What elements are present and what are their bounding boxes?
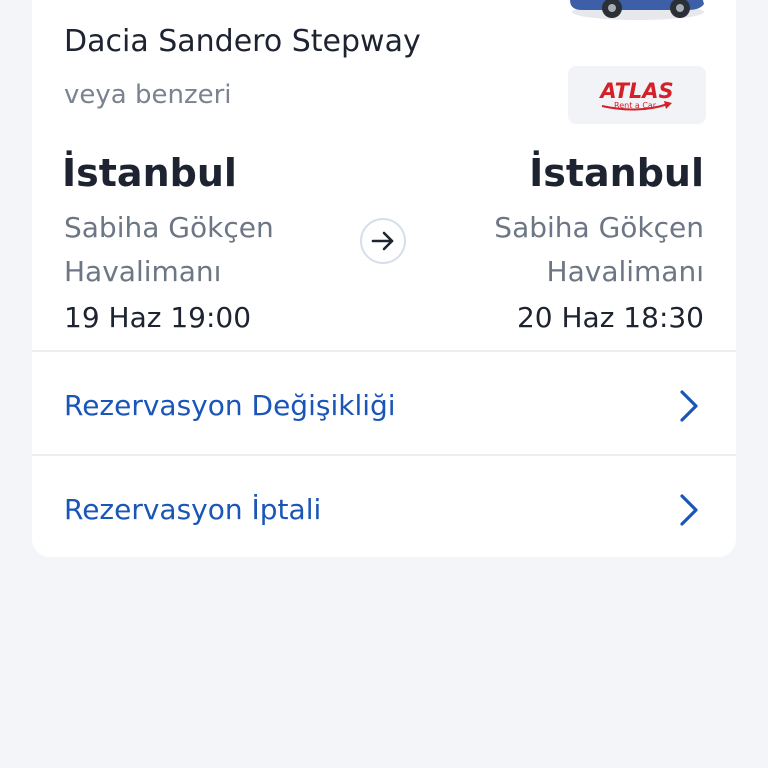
pickup-location: Sabiha Gökçen Havalimanı [64,211,274,288]
divider [32,454,736,456]
cancel-reservation-button[interactable]: Rezervasyon İptali [32,460,736,560]
change-reservation-button[interactable]: Rezervasyon Değişikliği [32,356,736,456]
pickup-city: İstanbul [62,151,237,195]
dropoff-city: İstanbul [529,151,704,195]
change-reservation-label: Rezervasyon Değişikliği [64,389,396,422]
atlas-logo-icon: ATLAS Rent a Car [598,79,674,111]
chevron-right-icon [680,390,698,422]
dropoff-datetime: 20 Haz 18:30 [516,301,704,334]
divider [32,350,736,352]
rental-company-logo: ATLAS Rent a Car [568,66,706,124]
route-direction [360,218,406,264]
pickup-datetime: 19 Haz 19:00 [64,301,252,334]
car-image [570,0,704,20]
chevron-right-icon [680,494,698,526]
dropoff-location: Sabiha Gökçen Havalimanı [494,211,704,288]
car-similar-label: veya benzeri [64,80,232,110]
logo-brand-text: ATLAS [598,79,673,103]
cancel-reservation-label: Rezervasyon İptali [64,493,322,526]
logo-tagline-text: Rent a Car [614,101,657,110]
arrow-right-icon [371,231,394,251]
car-model-name: Dacia Sandero Stepway [64,24,421,59]
